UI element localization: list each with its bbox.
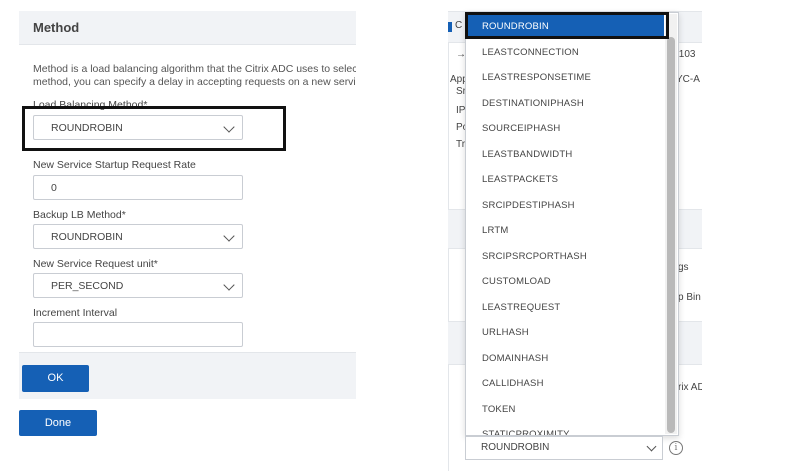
method-header: Method [19,11,356,45]
panel-footer: OK [19,352,356,399]
dropdown-option[interactable]: CALLIDHASH [466,371,664,396]
chevron-down-icon [223,230,235,242]
dropdown-option[interactable]: CUSTOMLOAD [466,269,664,294]
lb-method-select-right[interactable]: ROUNDROBIN [465,436,663,460]
dropdown-option[interactable]: SRCIPDESTIPHASH [466,193,664,218]
request-unit-select[interactable]: PER_SECOND [33,273,243,298]
description-line-2: method, you can specify a delay in accep… [33,76,356,88]
bg-row-1: C [455,20,463,31]
dropdown-option[interactable]: SRCIPSRCPORTHASH [466,244,664,269]
bg-row-3-right: YC-A [676,74,700,85]
method-panel: Method Method is a load balancing algori… [19,11,356,399]
dropdown-option[interactable]: LEASTCONNECTION [466,40,664,65]
info-icon[interactable]: i [669,441,683,455]
dropdown-option[interactable]: LEASTREQUEST [466,295,664,320]
bg-bin: p Bin [678,292,701,303]
lb-method-right-value: ROUNDROBIN [481,442,550,453]
increment-input[interactable] [33,322,243,347]
dropdown-option[interactable]: LRTM [466,218,664,243]
done-button[interactable]: Done [19,410,97,436]
method-description: Method is a load balancing algorithm tha… [33,63,356,89]
dropdown-option[interactable]: SOURCEIPHASH [466,116,664,141]
dropdown-scrollbar-thumb[interactable] [667,37,675,433]
ok-button[interactable]: OK [22,365,89,392]
request-unit-label: New Service Request unit* [33,258,158,270]
chevron-down-icon [223,279,235,291]
dropdown-option[interactable]: URLHASH [466,320,664,345]
request-unit-value: PER_SECOND [51,280,124,292]
highlight-box [22,106,286,151]
highlight-box [465,12,669,39]
bg-gs: gs [678,262,689,273]
lb-method-dropdown-list[interactable]: ROUNDROBIN LEASTCONNECTION LEASTRESPONSE… [465,12,679,436]
dropdown-option[interactable]: LEASTRESPONSETIME [466,65,664,90]
startup-rate-label: New Service Startup Request Rate [33,159,196,171]
dropdown-option[interactable]: LEASTPACKETS [466,167,664,192]
backup-lb-select[interactable]: ROUNDROBIN [33,224,243,249]
startup-rate-input[interactable]: 0 [33,175,243,200]
startup-rate-value: 0 [51,182,57,194]
bg-side-3: Tr [456,139,466,150]
dropdown-option[interactable]: LEASTBANDWIDTH [466,142,664,167]
increment-label: Increment Interval [33,307,118,319]
dropdown-option[interactable]: DESTINATIONIPHASH [466,91,664,116]
chevron-down-icon [646,441,657,452]
method-title: Method [33,20,80,35]
bg-adc: rix AD [678,382,702,393]
backup-lb-value: ROUNDROBIN [51,231,123,243]
dropdown-option[interactable]: TOKEN [466,397,664,422]
backup-lb-label: Backup LB Method* [33,209,126,221]
description-line-1: Method is a load balancing algorithm tha… [33,63,356,75]
dropdown-option[interactable]: STATICPROXIMITY [466,422,664,435]
panel-marker-icon [448,22,452,32]
dropdown-option[interactable]: DOMAINHASH [466,346,664,371]
